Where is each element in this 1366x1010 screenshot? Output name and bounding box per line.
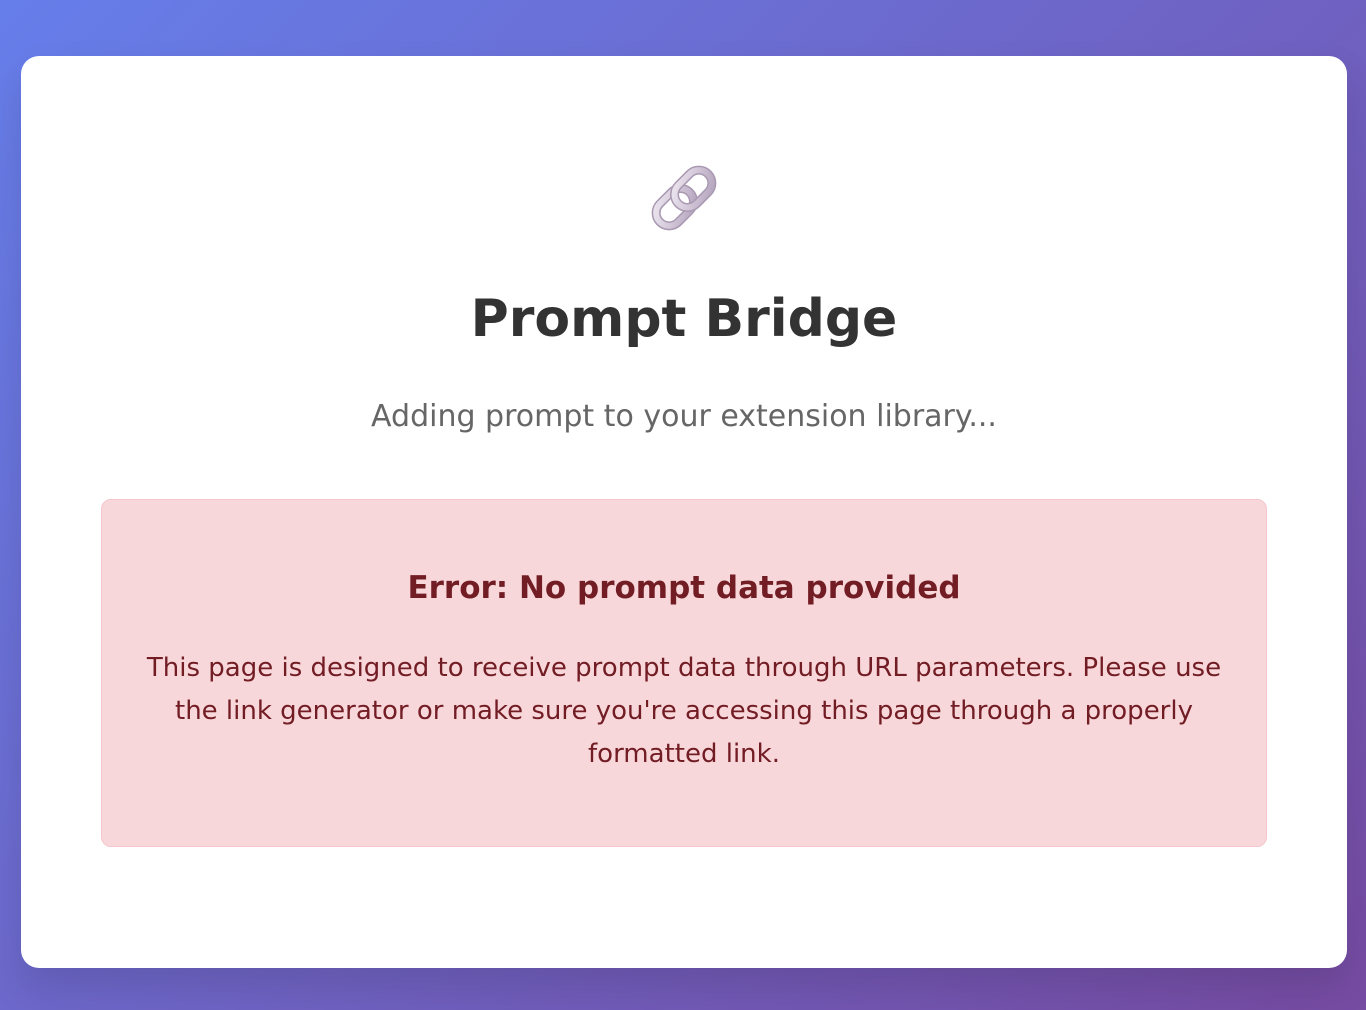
page-title: Prompt Bridge (470, 289, 898, 349)
error-message: This page is designed to receive prompt … (146, 653, 1222, 770)
page-subtitle: Adding prompt to your extension library.… (371, 399, 997, 434)
error-title: Error: No prompt data provided (407, 570, 961, 606)
error-alert: Error: No prompt data provided This page… (101, 499, 1267, 847)
main-card: Prompt Bridge Adding prompt to your exte… (21, 56, 1347, 968)
link-icon (636, 150, 732, 246)
